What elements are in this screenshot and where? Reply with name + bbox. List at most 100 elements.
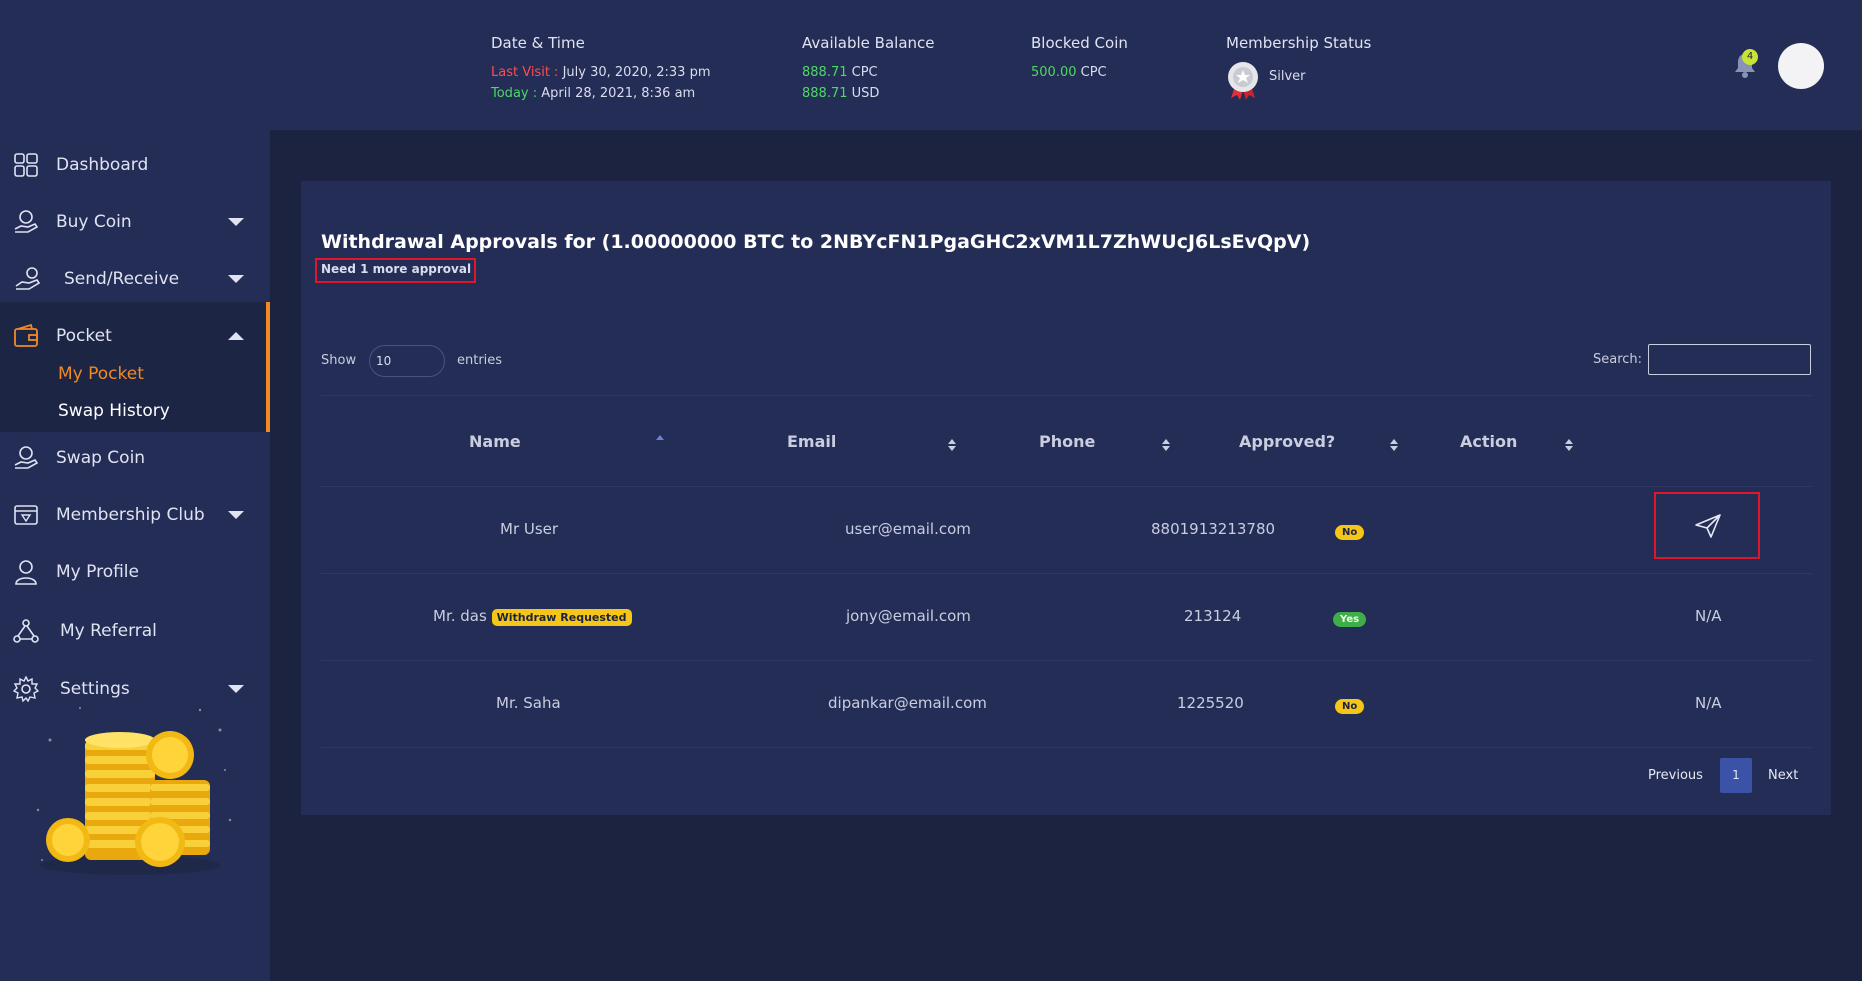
sidebar-item-my-referral[interactable]: My Referral <box>0 607 270 655</box>
sidebar-item-label: Membership Club <box>56 505 205 525</box>
sidebar-item-send-receive[interactable]: Send/Receive <box>0 255 270 303</box>
membership-label: Membership Status <box>1226 34 1372 52</box>
cell-action: N/A <box>1695 694 1722 712</box>
balance-cpc-line: 888.71 CPC <box>802 62 935 83</box>
entries-select[interactable]: 10 <box>369 345 445 377</box>
last-visit-value: July 30, 2020, 2:33 pm <box>562 65 711 80</box>
sidebar-item-label: Settings <box>60 679 130 699</box>
chevron-down-icon[interactable] <box>228 685 244 693</box>
send-receive-icon <box>15 267 41 290</box>
sidebar-item-label: Pocket <box>56 326 112 346</box>
date-time-group: Date & Time Last Visit : July 30, 2020, … <box>491 34 711 104</box>
sidebar-item-label: My Referral <box>60 621 157 641</box>
send-action-highlight[interactable] <box>1654 492 1760 559</box>
sidebar-item-label: Swap Coin <box>56 448 146 468</box>
sidebar-item-buy-coin[interactable]: Buy Coin <box>0 198 270 246</box>
balance-cpc-amount: 888.71 <box>802 65 848 80</box>
sort-both-icon[interactable] <box>1389 438 1399 452</box>
balance-usd-amount: 888.71 <box>802 86 848 101</box>
chevron-down-icon[interactable] <box>228 218 244 226</box>
today-label: Today : <box>491 86 538 101</box>
chevron-up-icon[interactable] <box>228 332 244 340</box>
today-value: April 28, 2021, 8:36 am <box>541 86 696 101</box>
date-time-label: Date & Time <box>491 34 585 52</box>
wallet-icon <box>14 323 38 347</box>
column-header-name[interactable]: Name <box>469 432 521 451</box>
chevron-down-icon[interactable] <box>228 511 244 519</box>
cell-approved: No <box>1335 521 1365 540</box>
coin-stack-illustration <box>36 707 232 875</box>
search-input[interactable] <box>1648 344 1811 375</box>
sort-both-icon[interactable] <box>947 438 957 452</box>
sidebar-item-my-profile[interactable]: My Profile <box>0 548 270 596</box>
swap-coin-icon <box>14 446 39 469</box>
status-badge: No <box>1335 699 1365 714</box>
sort-asc-icon[interactable] <box>655 434 665 448</box>
today-line: Today : April 28, 2021, 8:36 am <box>491 83 711 104</box>
status-badge: No <box>1335 525 1365 540</box>
blocked-coin-unit: CPC <box>1080 65 1107 80</box>
last-visit-label: Last Visit : <box>491 65 559 80</box>
cell-name: Mr. das Withdraw Requested <box>433 607 632 626</box>
withdrawal-approvals-card: Withdrawal Approvals for (1.00000000 BTC… <box>301 181 1831 815</box>
pagination-page-1[interactable]: 1 <box>1720 758 1752 793</box>
need-approval-text: Need 1 more approval <box>321 262 472 276</box>
table-row: Mr. Saha dipankar@email.com 1225520 No N… <box>321 661 1811 748</box>
blocked-coin-label: Blocked Coin <box>1031 34 1128 52</box>
balance-usd-line: 888.71 USD <box>802 83 935 104</box>
balance-cpc-unit: CPC <box>851 65 878 80</box>
show-label: Show <box>321 353 357 368</box>
last-visit-line: Last Visit : July 30, 2020, 2:33 pm <box>491 62 711 83</box>
membership-tier: Silver <box>1269 69 1306 84</box>
sidebar-item-pocket[interactable]: Pocket <box>0 312 270 360</box>
send-icon[interactable] <box>1694 513 1722 539</box>
available-balance-label: Available Balance <box>802 34 935 52</box>
sidebar-item-label: Buy Coin <box>56 212 132 232</box>
sidebar-item-swap-coin[interactable]: Swap Coin <box>0 434 270 482</box>
column-header-approved[interactable]: Approved? <box>1239 432 1335 451</box>
sidebar-item-membership-club[interactable]: Membership Club <box>0 491 270 539</box>
cell-name: Mr User <box>500 520 559 538</box>
table-row: Mr User user@email.com 8801913213780 No <box>321 487 1811 574</box>
sort-both-icon[interactable] <box>1564 438 1574 452</box>
column-header-email[interactable]: Email <box>787 432 836 451</box>
cell-email: user@email.com <box>845 520 971 538</box>
balance-usd-unit: USD <box>851 86 880 101</box>
sidebar-subitem-my-pocket[interactable]: My Pocket <box>58 364 144 384</box>
cell-approved: Yes <box>1333 608 1367 627</box>
cell-phone: 1225520 <box>1177 694 1244 712</box>
column-header-action[interactable]: Action <box>1460 432 1517 451</box>
gear-icon <box>13 676 39 702</box>
cell-phone: 213124 <box>1184 607 1242 625</box>
page-title: Withdrawal Approvals for (1.00000000 BTC… <box>321 231 1311 253</box>
sidebar-item-label: My Profile <box>56 562 139 582</box>
cell-action: N/A <box>1695 607 1722 625</box>
blocked-coin-amount: 500.00 <box>1031 65 1077 80</box>
pagination-next[interactable]: Next <box>1768 768 1798 783</box>
profile-icon <box>15 560 37 585</box>
membership-group: Membership Status Silver <box>1226 34 1426 124</box>
sidebar-item-label: Dashboard <box>56 155 149 175</box>
column-header-phone[interactable]: Phone <box>1039 432 1095 451</box>
sidebar-item-dashboard[interactable]: Dashboard <box>0 141 270 189</box>
sidebar-item-label: Send/Receive <box>64 269 180 289</box>
entries-label: entries <box>457 353 503 368</box>
cell-email: jony@email.com <box>846 607 971 625</box>
pagination-previous[interactable]: Previous <box>1648 768 1703 783</box>
chevron-down-icon[interactable] <box>228 275 244 283</box>
cell-name: Mr. Saha <box>496 694 561 712</box>
available-balance-group: Available Balance 888.71 CPC 888.71 USD <box>802 34 935 104</box>
blocked-coin-group: Blocked Coin 500.00 CPC <box>1031 34 1128 83</box>
dashboard-icon <box>14 153 38 177</box>
status-badge: Yes <box>1333 612 1367 627</box>
withdraw-requested-badge: Withdraw Requested <box>491 609 632 626</box>
sidebar-subitem-swap-history[interactable]: Swap History <box>58 401 170 421</box>
sort-both-icon[interactable] <box>1161 438 1171 452</box>
cell-approved: No <box>1335 695 1365 714</box>
cell-name-text: Mr. das <box>433 607 487 625</box>
avatar[interactable] <box>1778 43 1824 89</box>
cell-phone: 8801913213780 <box>1151 520 1276 538</box>
top-header: Date & Time Last Visit : July 30, 2020, … <box>0 0 1862 130</box>
table-row: Mr. das Withdraw Requested jony@email.co… <box>321 574 1811 661</box>
sidebar: Dashboard Buy Coin Send/Receive Pocket M… <box>0 130 270 981</box>
